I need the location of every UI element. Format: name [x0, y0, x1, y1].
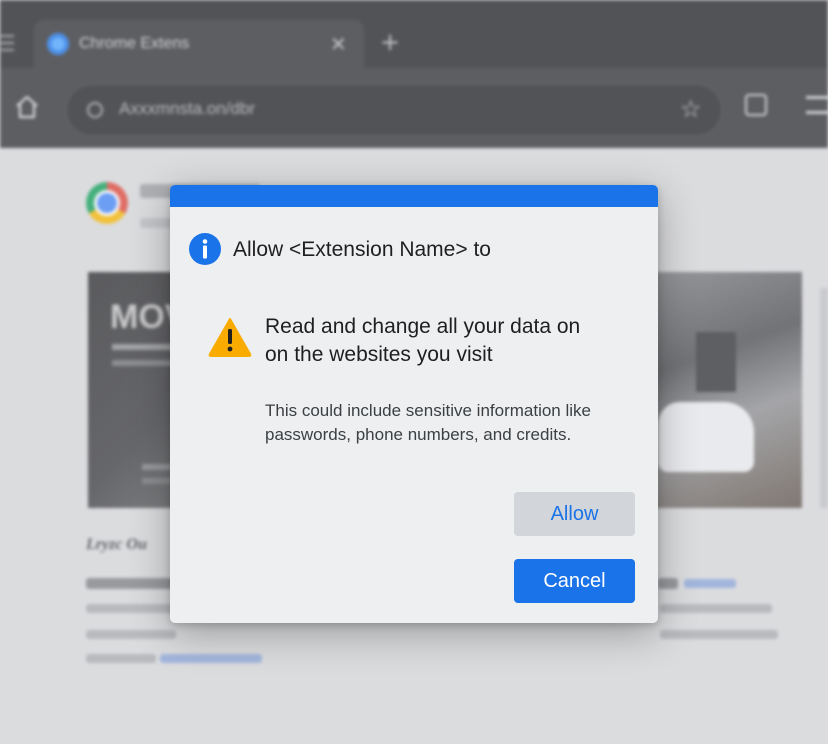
permission-line: Read and change all your data on	[265, 315, 581, 338]
warning-icon	[208, 318, 252, 357]
cancel-button[interactable]: Cancel	[514, 559, 635, 603]
permission-dialog: Allow <Extension Name> to Read and chang…	[170, 185, 658, 623]
permission-line: on the websites you visit	[265, 343, 493, 366]
info-icon	[189, 233, 221, 265]
allow-button[interactable]: Allow	[514, 492, 635, 536]
dialog-title: Allow <Extension Name> to	[233, 238, 491, 261]
detail-line: This could include sensitive information…	[265, 401, 591, 420]
permission-detail: This could include sensitive information…	[265, 399, 635, 447]
dialog-accent-bar	[170, 185, 658, 207]
detail-line: passwords, phone numbers, and credits.	[265, 425, 572, 444]
permission-description: Read and change all your data on on the …	[265, 313, 635, 369]
